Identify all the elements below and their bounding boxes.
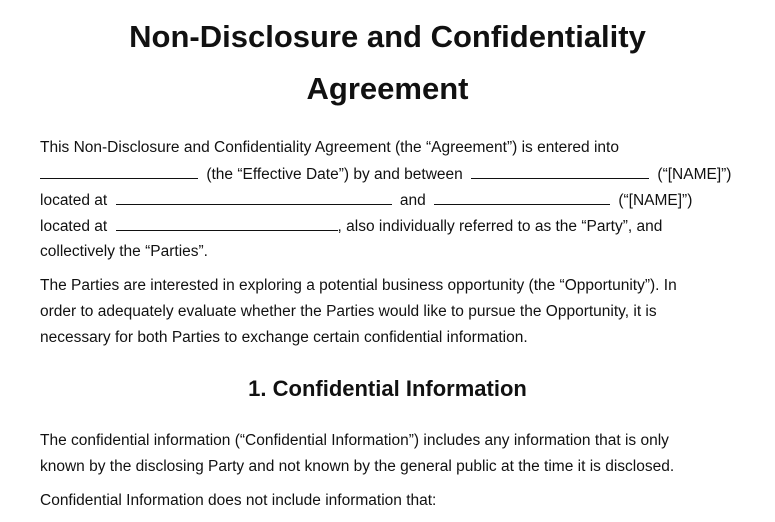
purpose-line2: order to adequately evaluate whether the… <box>40 303 657 320</box>
document-page: Non-Disclosure and Confidentiality Agree… <box>0 0 775 522</box>
section1-p2-line1: Confidential Information does not includ… <box>40 492 437 509</box>
intro-line4: located at , also individually referred … <box>40 216 662 237</box>
document-title-line1: Non-Disclosure and Confidentiality <box>129 19 646 54</box>
intro-line3-text-b: and <box>399 192 426 209</box>
effective-date-blank[interactable] <box>40 164 198 179</box>
purpose-line3: necessary for both Parties to exchange c… <box>40 329 528 346</box>
intro-line4-text-b: , also individually referred to as the “… <box>337 218 663 235</box>
intro-line2-text-a: (the “Effective Date”) by and between <box>206 166 463 183</box>
intro-line2-text-b: (“[NAME]”) <box>657 166 732 183</box>
intro-line1: This Non-Disclosure and Confidentiality … <box>40 139 619 156</box>
party1-address-blank[interactable] <box>115 190 392 205</box>
intro-line4-text-a: located at <box>40 218 108 235</box>
intro-line2: (the “Effective Date”) by and between (“… <box>40 164 731 185</box>
section1-p1-line1: The confidential information (“Confident… <box>40 432 669 449</box>
party2-name-blank[interactable] <box>434 190 611 205</box>
intro-line3: located at and (“[NAME]”) <box>40 190 692 211</box>
party1-name-blank[interactable] <box>471 164 650 179</box>
purpose-line1: The Parties are interested in exploring … <box>40 277 677 294</box>
document-title-line2: Agreement <box>306 71 469 106</box>
intro-line3-text-c: (“[NAME]”) <box>618 192 693 209</box>
intro-line3-text-a: located at <box>40 192 108 209</box>
section1-p1-line2: known by the disclosing Party and not kn… <box>40 458 675 475</box>
party2-address-blank[interactable] <box>115 216 338 231</box>
intro-line5: collectively the “Parties”. <box>40 243 208 260</box>
section-heading-confidential-information: 1. Confidential Information <box>248 376 527 401</box>
